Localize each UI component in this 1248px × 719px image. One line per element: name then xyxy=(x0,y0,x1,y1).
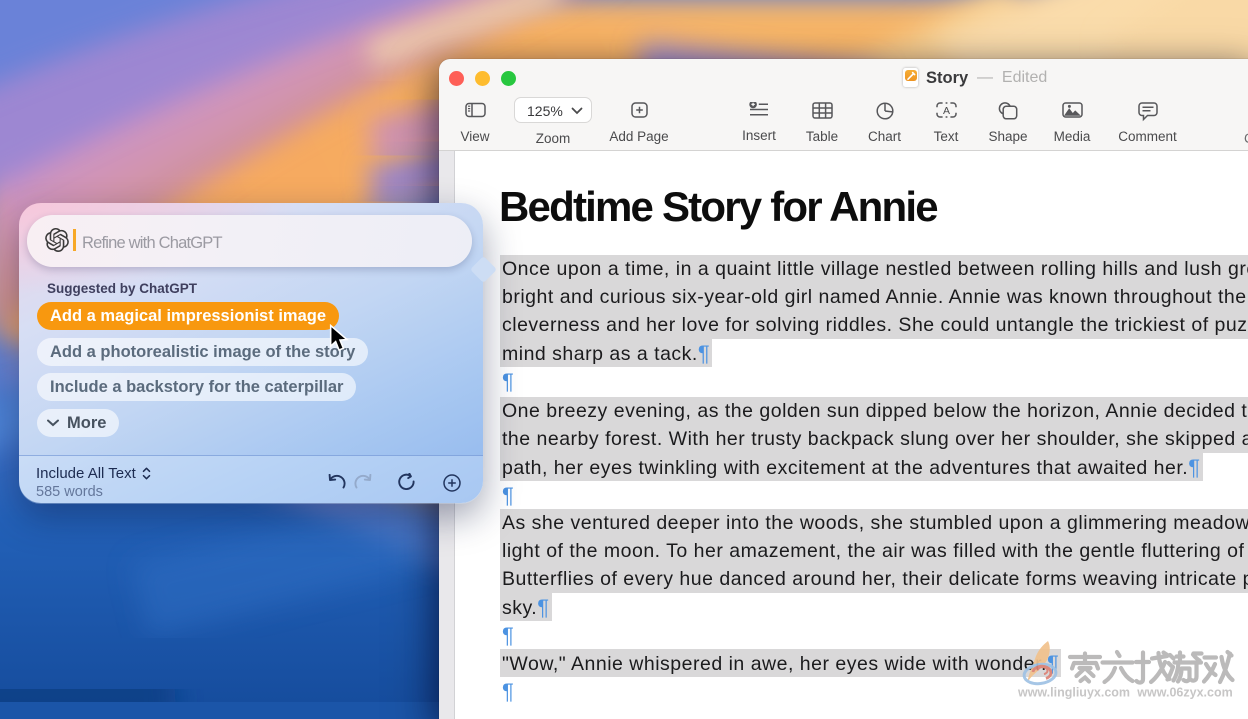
svg-text:www.06zyx.com: www.06zyx.com xyxy=(1136,686,1232,700)
svg-text:A: A xyxy=(942,105,949,117)
svg-text:www.lingliuyx.com: www.lingliuyx.com xyxy=(1017,686,1130,700)
